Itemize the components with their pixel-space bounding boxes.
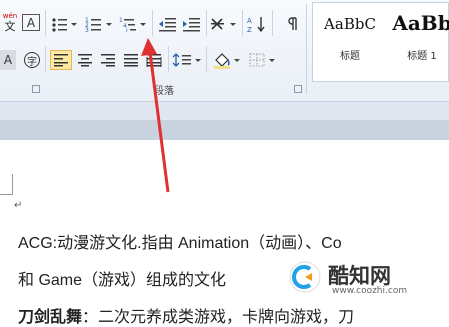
annotation-arrow <box>141 38 170 193</box>
